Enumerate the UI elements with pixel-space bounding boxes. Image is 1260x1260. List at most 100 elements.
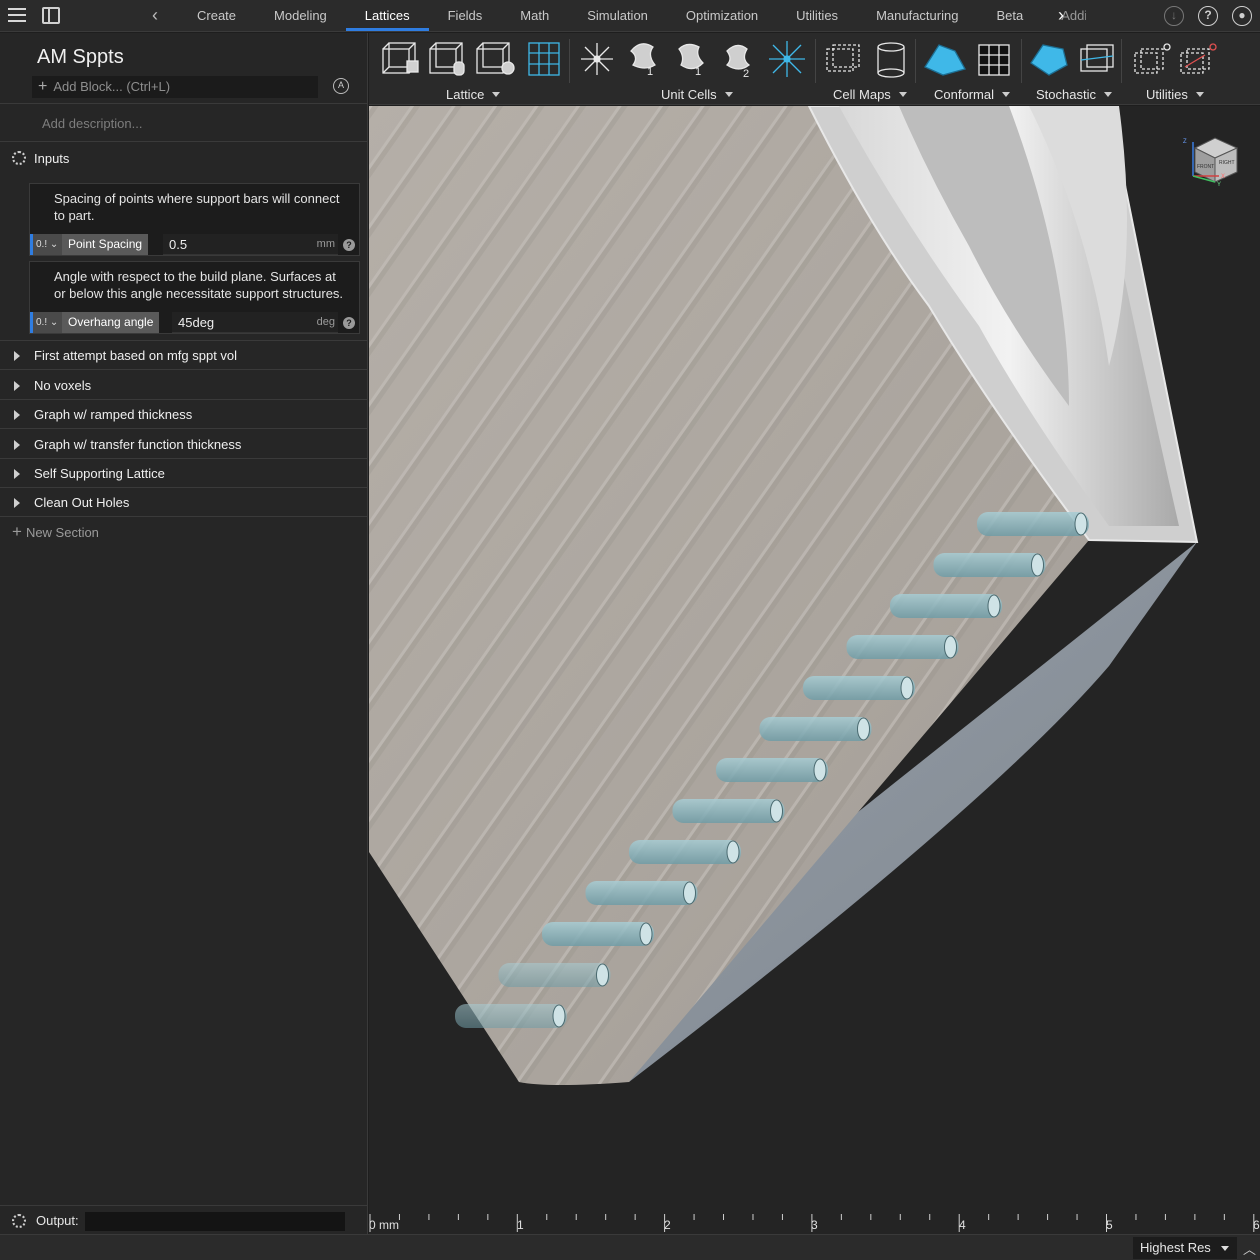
ruler-label: 0 mm [369,1218,399,1232]
section-self-supporting[interactable]: Self Supporting Lattice [0,459,368,488]
tab-simulation[interactable]: Simulation [568,0,667,32]
inputs-section-header[interactable]: Inputs [0,144,368,173]
overhang-angle-input[interactable]: 45deg [172,312,338,333]
expand-icon [14,498,20,508]
view-cube-right-label: RIGHT [1219,160,1235,166]
utilities-group-dropdown[interactable]: Utilities [1146,87,1204,102]
section-no-voxels[interactable]: No voxels [0,371,368,400]
param-help-text: Angle with respect to the build plane. S… [54,269,344,301]
tab-math[interactable]: Math [501,0,568,32]
cell-map-cylinder-icon[interactable] [877,42,905,78]
output-field[interactable] [85,1212,345,1231]
add-block-input[interactable]: + Add Block... (Ctrl+L) [32,76,318,98]
lattice-sphere-icon[interactable] [476,42,515,75]
tabs-scroll-left-icon[interactable]: ‹ [152,5,158,26]
tab-fields[interactable]: Fields [429,0,502,32]
tab-additive[interactable]: Additi [1042,0,1086,32]
download-icon[interactable]: ↓ [1164,6,1184,26]
divider [815,39,816,83]
cell-map-box-icon[interactable] [826,44,860,72]
help-icon[interactable]: ? [343,239,355,251]
help-icon[interactable]: ? [1198,6,1218,26]
top-nav-bar: ‹ Create Modeling Lattices Fields Math S… [0,0,1260,32]
tpms-unit-cell-3-icon[interactable] [725,44,751,70]
section-graph-transfer[interactable]: Graph w/ transfer function thickness [0,430,368,459]
tab-create[interactable]: Create [178,0,255,32]
tab-utilities[interactable]: Utilities [777,0,857,32]
scale-ruler: 0 mm 1 2 3 4 5 6 [369,1206,1260,1234]
y-axis-label: Y [1217,182,1221,188]
tab-modeling[interactable]: Modeling [255,0,346,32]
unit-cell-subscript: 1 [647,66,653,78]
view-cube[interactable]: FRONT RIGHT Z X Y [1183,137,1239,188]
support-bar-end [813,758,827,782]
plus-icon: + [38,78,48,95]
divider [915,39,916,83]
output-label: Output: [36,1213,79,1228]
lattice-cylinder-icon[interactable] [429,42,465,76]
trim-lattice-red-icon[interactable] [1180,43,1217,74]
conformal-surface-icon[interactable] [924,44,966,76]
support-bar [977,512,1089,536]
resolution-select[interactable]: Highest Res [1133,1237,1237,1259]
account-icon[interactable]: ● [1232,6,1252,26]
stochastic-group-dropdown[interactable]: Stochastic [1036,87,1112,102]
new-section-button[interactable]: + New Section [12,522,99,542]
lattice-box-icon[interactable] [382,42,419,74]
param-card-point-spacing: Spacing of points where support bars wil… [29,183,360,256]
block-title[interactable]: AM Sppts [37,46,124,69]
tab-manufacturing[interactable]: Manufacturing [857,0,977,32]
conformal-volume-icon[interactable] [978,44,1010,76]
ribbon-tabs: Create Modeling Lattices Fields Math Sim… [178,0,1086,32]
unit-select[interactable]: 0.! ⌄ [30,312,62,333]
trim-lattice-icon[interactable] [1134,43,1171,74]
support-bar [455,1004,567,1028]
description-field[interactable]: Add description... [42,116,142,131]
ruler-label: 3 [811,1218,818,1232]
unit-cell-subscript: 1 [695,66,701,78]
support-bar-end [596,963,609,987]
tab-beta[interactable]: Beta [977,0,1042,32]
section-first-attempt[interactable]: First attempt based on mfg sppt vol [0,341,368,370]
expand-icon [14,440,20,450]
conformal-group-dropdown[interactable]: Conformal [934,87,1010,102]
support-bar-end [770,799,783,823]
hamburger-menu-icon[interactable] [8,8,26,24]
tab-lattices[interactable]: Lattices [345,0,429,32]
point-spacing-input[interactable]: 0.5 [163,234,338,255]
lattice-group-dropdown[interactable]: Lattice [446,87,500,102]
tabs-scroll-right-icon[interactable]: › [1058,5,1064,26]
chevron-up-icon[interactable]: ︿ [1243,1239,1256,1258]
support-bar [846,635,959,659]
unit-select[interactable]: 0.! ⌄ [30,234,62,255]
tpms-unit-cell-2-icon[interactable] [678,43,704,70]
ruler-label: 1 [517,1218,524,1232]
param-card-overhang-angle: Angle with respect to the build plane. S… [29,261,360,334]
section-clean-out-holes[interactable]: Clean Out Holes [0,488,368,517]
auto-update-icon[interactable]: A [333,78,349,94]
ruler-label: 2 [664,1218,671,1232]
gear-icon [12,1214,26,1228]
tab-optimization[interactable]: Optimization [667,0,777,32]
tpms-unit-cell-icon[interactable] [630,43,656,69]
x-axis-label: X [1221,174,1225,180]
unit-cell-subscript: 2 [743,68,749,80]
help-icon[interactable]: ? [343,317,355,329]
support-bar [759,717,872,741]
stochastic-surface-icon[interactable] [1030,44,1068,76]
support-bar-end [857,717,870,741]
stochastic-volume-icon[interactable] [1080,44,1114,72]
unit-cells-group-dropdown[interactable]: Unit Cells [661,87,733,102]
graph-unit-cell-icon[interactable] [581,43,613,75]
support-bar-end [552,1004,566,1028]
support-bar-end [639,922,653,946]
custom-unit-cell-icon[interactable] [769,41,805,77]
toggle-panel-icon[interactable] [42,7,60,24]
cell-maps-group-dropdown[interactable]: Cell Maps [833,87,907,102]
output-row: Output: [0,1205,368,1235]
lattice-grid-icon[interactable] [528,42,560,76]
3d-viewport[interactable]: FRONT RIGHT Z X Y [369,106,1260,1234]
section-graph-ramped[interactable]: Graph w/ ramped thickness [0,400,368,429]
param-label: Overhang angle [62,312,160,333]
divider [569,39,570,83]
